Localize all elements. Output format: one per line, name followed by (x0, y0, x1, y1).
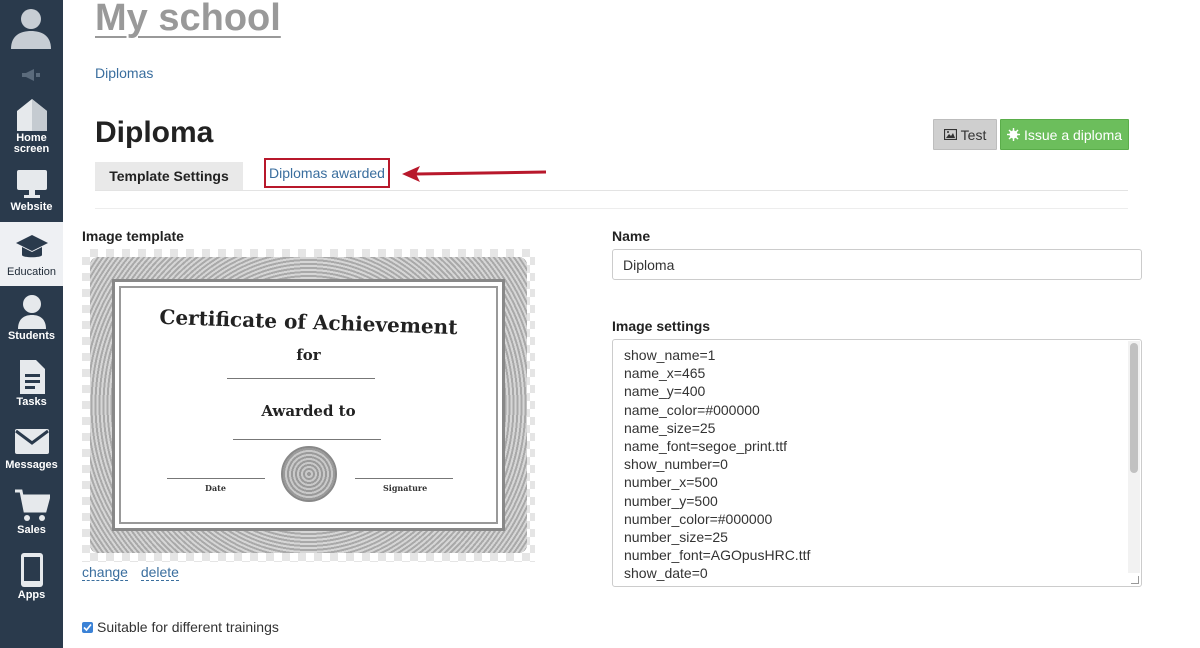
change-image-link[interactable]: change (82, 564, 128, 581)
sidebar-item-messages[interactable]: Messages (0, 420, 63, 484)
megaphone-icon (22, 69, 40, 81)
user-avatar-icon (11, 9, 51, 49)
notifications[interactable] (0, 60, 63, 90)
envelope-icon (14, 429, 49, 454)
settings-line: show_number=0 (624, 456, 728, 473)
resize-grip-icon[interactable] (1131, 576, 1139, 584)
breadcrumb-diplomas[interactable]: Diplomas (95, 65, 153, 81)
sidebar-label-sales: Sales (17, 524, 46, 536)
sidebar-label-tasks: Tasks (16, 396, 47, 408)
settings-line: show_date=0 (624, 565, 708, 582)
sidebar-label-students: Students (7, 330, 56, 342)
home-icon (16, 99, 47, 131)
certificate-signature-label: Signature (383, 483, 428, 493)
settings-line: number_y=500 (624, 492, 718, 509)
certificate-for: for (296, 346, 321, 364)
scrollbar-thumb[interactable] (1130, 343, 1138, 473)
certificate-image: Certificate of Achievement for Awarded t… (90, 257, 527, 553)
certificate-date-label: Date (205, 483, 226, 493)
certificate-border: Certificate of Achievement for Awarded t… (112, 279, 505, 531)
settings-line: name_color=#000000 (624, 401, 760, 418)
annotation-arrow (402, 166, 547, 182)
sidebar-label-website: Website (10, 201, 53, 213)
certificate-signature-line (355, 478, 453, 479)
image-links: change delete (82, 564, 188, 581)
sidebar-item-sales[interactable]: Sales (0, 484, 63, 548)
sidebar-item-tasks[interactable]: Tasks (0, 356, 63, 420)
tab-diplomas-awarded[interactable]: Diplomas awarded (264, 158, 390, 188)
sidebar-label-education: Education (7, 266, 56, 278)
sidebar-label-apps: Apps (17, 589, 46, 601)
image-settings-textarea[interactable]: show_name=1 name_x=465 name_y=400 name_c… (612, 339, 1142, 587)
sidebar-item-website[interactable]: Website (0, 162, 63, 226)
certificate-line (233, 439, 381, 440)
image-template-label: Image template (82, 228, 184, 244)
monitor-icon (16, 170, 47, 198)
checkmark-icon (83, 623, 92, 631)
graduation-cap-icon (15, 235, 48, 258)
settings-line: number_color=#000000 (624, 510, 773, 527)
certificate-awarded-to: Awarded to (261, 402, 356, 420)
suitable-trainings-checkbox[interactable] (82, 621, 93, 633)
section-divider (95, 208, 1128, 209)
certificate-icon (1006, 128, 1020, 141)
image-icon (943, 129, 957, 140)
seal-icon (281, 446, 337, 502)
name-input[interactable]: Diploma (612, 249, 1142, 280)
phone-icon (20, 553, 43, 587)
page-title: Diploma (95, 116, 214, 149)
school-title-link[interactable]: My school (95, 0, 281, 40)
settings-line: name_font=segoe_print.ttf (624, 438, 788, 455)
delete-image-link[interactable]: delete (140, 564, 179, 581)
issue-diploma-label: Issue a diploma (1023, 126, 1123, 143)
settings-line: number_font=AGOpusHRC.ttf (624, 547, 811, 564)
test-button[interactable]: Test (933, 119, 997, 150)
person-icon (17, 295, 46, 329)
name-label: Name (612, 228, 651, 244)
sidebar: Home screen Website Education Students T… (0, 0, 63, 648)
certificate-date-line (167, 478, 265, 479)
settings-line: number_x=500 (624, 474, 718, 491)
sidebar-label-messages: Messages (5, 459, 58, 471)
suitable-trainings-label: Suitable for different trainings (97, 619, 279, 635)
test-button-label: Test (960, 126, 987, 143)
settings-line: name_y=400 (624, 383, 706, 400)
tab-template-settings[interactable]: Template Settings (95, 162, 243, 190)
image-template-preview: Certificate of Achievement for Awarded t… (82, 249, 535, 562)
certificate-line (227, 378, 375, 379)
user-avatar[interactable] (0, 0, 63, 58)
document-icon (19, 360, 45, 394)
settings-line: name_x=465 (624, 365, 706, 382)
settings-line: name_size=25 (624, 419, 716, 436)
sidebar-label-home-screen: Home screen (13, 132, 50, 155)
sidebar-item-home-screen[interactable]: Home screen (0, 94, 63, 158)
sidebar-item-education[interactable]: Education (0, 222, 63, 286)
suitable-trainings-row: Suitable for different trainings (82, 619, 279, 635)
sidebar-item-apps[interactable]: Apps (0, 548, 63, 612)
issue-diploma-button[interactable]: Issue a diploma (1000, 119, 1129, 150)
cart-icon (14, 489, 50, 521)
tabs-divider (95, 190, 1128, 191)
settings-line: show_name=1 (624, 347, 716, 363)
image-settings-label: Image settings (612, 318, 711, 334)
settings-line: number_size=25 (624, 529, 728, 546)
image-settings-content: show_name=1 name_x=465 name_y=400 name_c… (624, 346, 810, 583)
sidebar-item-students[interactable]: Students (0, 290, 63, 354)
